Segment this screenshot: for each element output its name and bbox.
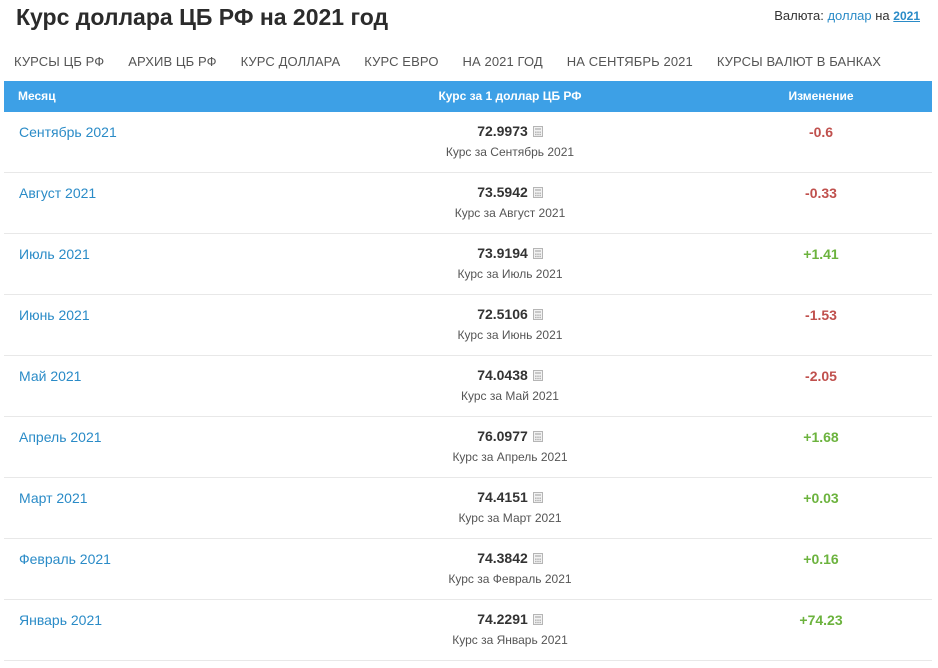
month-link[interactable]: Май 2021 <box>19 368 81 384</box>
rate-value: 73.5942 <box>477 184 528 200</box>
rate-cell: 74.2291 <box>320 611 700 629</box>
change-value: +1.41 <box>803 246 839 262</box>
change-value: +74.23 <box>799 612 843 628</box>
rate-value: 72.5106 <box>477 306 528 322</box>
nav-item-euro-rate[interactable]: КУРС ЕВРО <box>364 54 438 72</box>
currency-label: Валюта: <box>774 8 824 23</box>
table-row: Август 2021 73.5942 Курс за Август 2021 -0.… <box>4 173 932 234</box>
nav-tabs: КУРСЫ ЦБ РФ АРХИВ ЦБ РФ КУРС ДОЛЛАРА КУР… <box>14 54 905 72</box>
year-link[interactable]: 2021 <box>893 9 920 23</box>
month-link[interactable]: Июнь 2021 <box>19 307 90 323</box>
year-label: на <box>875 8 890 23</box>
rate-subtitle: Курс за Июнь 2021 <box>457 328 563 342</box>
table-row: Март 2021 74.4151 Курс за Март 2021 +0.03 <box>4 478 932 539</box>
month-link[interactable]: Март 2021 <box>19 490 88 506</box>
calculator-icon[interactable] <box>532 185 543 198</box>
currency-link[interactable]: доллар <box>827 8 871 23</box>
rate-value: 72.9973 <box>477 123 528 139</box>
rate-subtitle: Курс за Август 2021 <box>454 206 566 220</box>
table-body: Сентябрь 2021 72.9973 Курс за Сентябрь 202… <box>4 112 932 661</box>
rates-table: Месяц Курс за 1 доллар ЦБ РФ Изменение С… <box>4 81 932 661</box>
rate-value: 73.9194 <box>477 245 528 261</box>
nav-item-bank-rates[interactable]: КУРСЫ ВАЛЮТ В БАНКАХ <box>717 54 881 72</box>
rate-cell: 74.3842 <box>320 550 700 568</box>
rate-subtitle: Курс за Март 2021 <box>458 511 562 525</box>
month-link[interactable]: Август 2021 <box>19 185 96 201</box>
table-row: Сентябрь 2021 72.9973 Курс за Сентябрь 202… <box>4 112 932 173</box>
header-month: Месяц <box>18 89 56 103</box>
rate-value: 74.3842 <box>477 550 528 566</box>
month-link[interactable]: Январь 2021 <box>19 612 102 628</box>
change-value: -1.53 <box>805 307 837 323</box>
rate-cell: 72.9973 <box>320 123 700 141</box>
rate-value: 74.0438 <box>477 367 528 383</box>
nav-item-cbrf-rates[interactable]: КУРСЫ ЦБ РФ <box>14 54 104 72</box>
change-value: +0.16 <box>803 551 839 567</box>
month-link[interactable]: Июль 2021 <box>19 246 90 262</box>
rate-cell: 72.5106 <box>320 306 700 324</box>
table-row: Июль 2021 73.9194 Курс за Июль 2021 +1.41 <box>4 234 932 295</box>
change-value: -0.6 <box>808 124 834 140</box>
month-link[interactable]: Февраль 2021 <box>19 551 111 567</box>
table-row: Январь 2021 74.2291 Курс за Январь 2021 +74… <box>4 600 932 661</box>
rate-cell: 76.0977 <box>320 428 700 446</box>
header-rate: Курс за 1 доллар ЦБ РФ <box>438 89 582 103</box>
header-change: Изменение <box>788 89 854 103</box>
rate-value: 74.2291 <box>477 611 528 627</box>
table-row: Апрель 2021 76.0977 Курс за Апрель 2021 +1.… <box>4 417 932 478</box>
change-value: -2.05 <box>805 368 837 384</box>
table-header: Месяц Курс за 1 доллар ЦБ РФ Изменение <box>4 81 932 112</box>
rate-cell: 73.5942 <box>320 184 700 202</box>
table-row: Июнь 2021 72.5106 Курс за Июнь 2021 -1.53 <box>4 295 932 356</box>
nav-item-september-2021[interactable]: НА СЕНТЯБРЬ 2021 <box>567 54 693 72</box>
calculator-icon[interactable] <box>532 429 543 442</box>
rate-cell: 73.9194 <box>320 245 700 263</box>
page-header: Курс доллара ЦБ РФ на 2021 год Валюта: д… <box>0 0 938 40</box>
page-title: Курс доллара ЦБ РФ на 2021 год <box>16 4 389 30</box>
rate-cell: 74.4151 <box>320 489 700 507</box>
rate-subtitle: Курс за Июль 2021 <box>457 267 563 281</box>
rate-subtitle: Курс за Сентябрь 2021 <box>445 145 575 159</box>
calculator-icon[interactable] <box>532 124 543 137</box>
calculator-icon[interactable] <box>532 368 543 381</box>
rate-value: 76.0977 <box>477 428 528 444</box>
month-link[interactable]: Апрель 2021 <box>19 429 102 445</box>
table-row: Май 2021 74.0438 Курс за Май 2021 -2.05 <box>4 356 932 417</box>
change-value: -0.33 <box>805 185 837 201</box>
calculator-icon[interactable] <box>532 246 543 259</box>
month-link[interactable]: Сентябрь 2021 <box>19 124 117 140</box>
change-value: +0.03 <box>803 490 839 506</box>
nav-item-dollar-rate[interactable]: КУРС ДОЛЛАРА <box>241 54 341 72</box>
rate-value: 74.4151 <box>477 489 528 505</box>
nav-item-cbrf-archive[interactable]: АРХИВ ЦБ РФ <box>128 54 216 72</box>
nav-item-year-2021[interactable]: НА 2021 ГОД <box>463 54 543 72</box>
rate-subtitle: Курс за Февраль 2021 <box>448 572 572 586</box>
calculator-icon[interactable] <box>532 612 543 625</box>
rate-subtitle: Курс за Апрель 2021 <box>452 450 568 464</box>
table-row: Февраль 2021 74.3842 Курс за Февраль 2021 +… <box>4 539 932 600</box>
change-value: +1.68 <box>803 429 839 445</box>
calculator-icon[interactable] <box>532 551 543 564</box>
calculator-icon[interactable] <box>532 490 543 503</box>
calculator-icon[interactable] <box>532 307 543 320</box>
currency-selector: Валюта: доллар на 2021 <box>774 8 920 23</box>
rate-cell: 74.0438 <box>320 367 700 385</box>
rate-subtitle: Курс за Январь 2021 <box>452 633 568 647</box>
rate-subtitle: Курс за Май 2021 <box>461 389 559 403</box>
